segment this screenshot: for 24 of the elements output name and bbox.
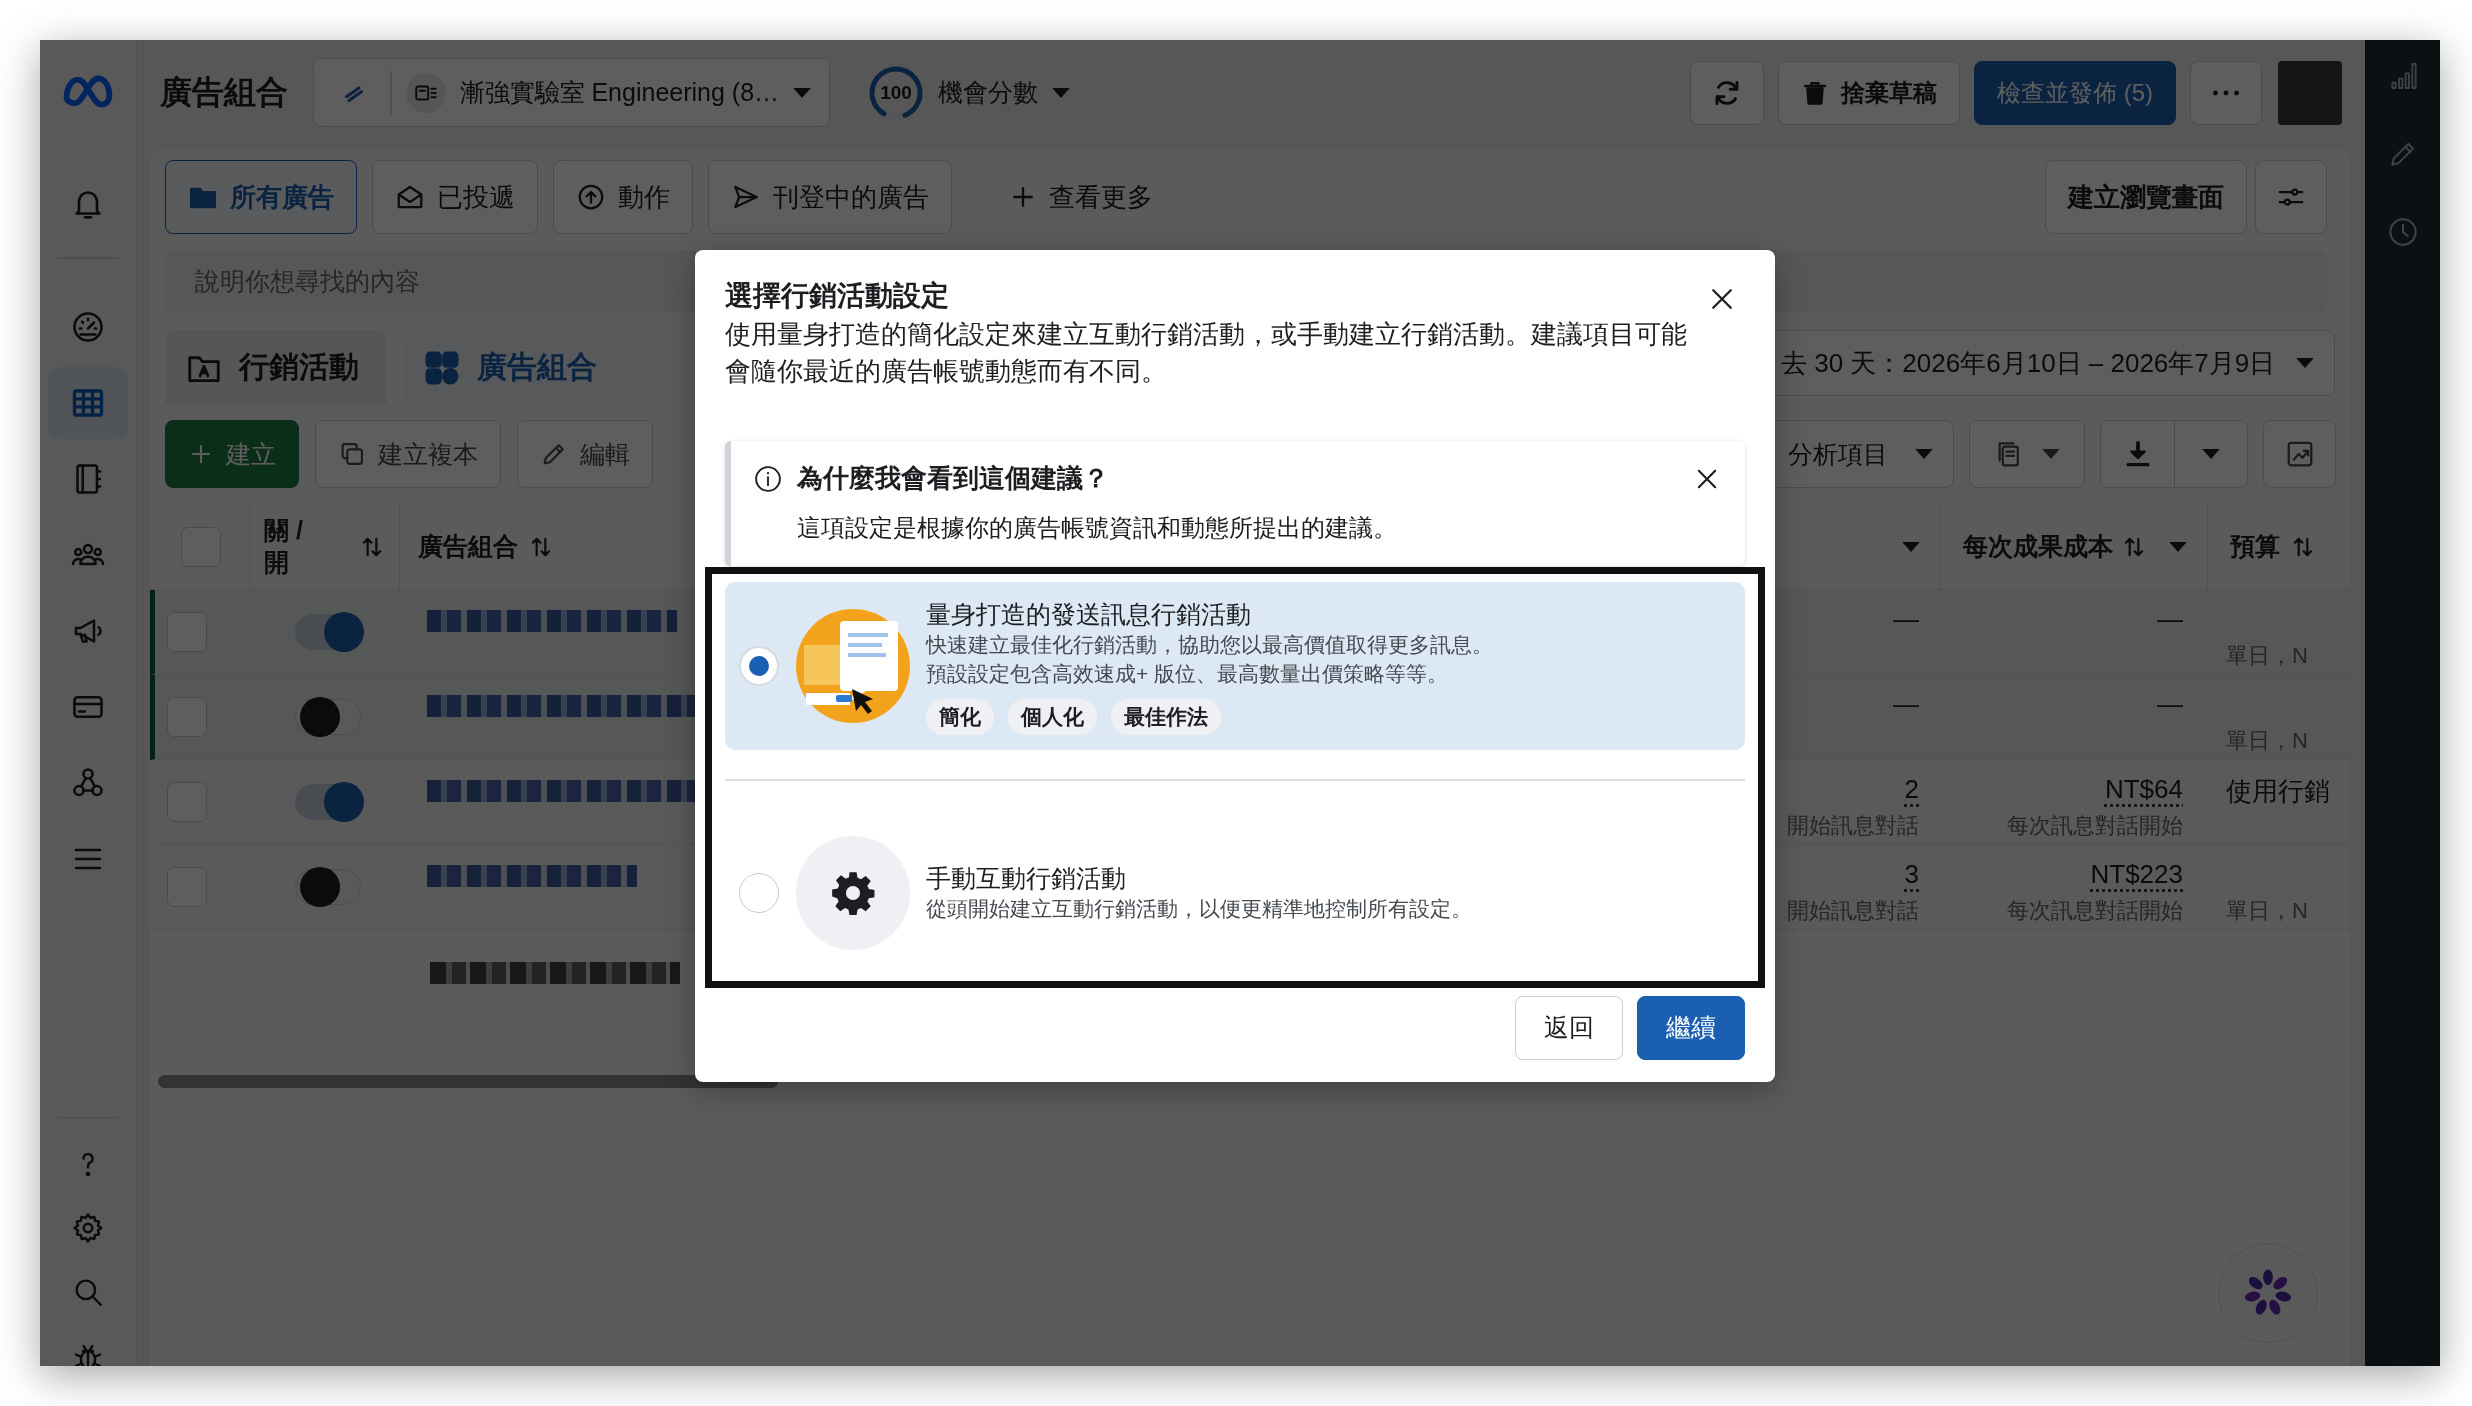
- score-gauge: 100: [868, 64, 925, 121]
- cost-value: NT$223: [2090, 859, 2183, 890]
- option-description: 預設設定包含高效速成+ 版位、最高數量出價策略等等。: [926, 661, 1450, 688]
- result-value: 2: [1904, 774, 1919, 805]
- page-title: 廣告組合: [160, 72, 288, 112]
- option-title: 手動互動行銷活動: [926, 862, 1127, 894]
- result-value: —: [1893, 689, 1919, 720]
- result-value: —: [1893, 604, 1919, 635]
- cost-value: NT$64: [2104, 774, 2183, 805]
- budget-value: 使用行銷: [2226, 775, 2330, 808]
- result-value: 3: [1904, 859, 1919, 890]
- tag: 簡化: [926, 698, 994, 735]
- column-header: 關 / 開: [264, 515, 304, 578]
- tag: 最佳作法: [1111, 698, 1221, 735]
- notice-text: 這項設定是根據你的廣告帳號資訊和動態所提出的建議。: [797, 513, 1398, 544]
- dialog-title: 選擇行銷活動設定: [725, 279, 950, 313]
- cost-value: —: [2157, 689, 2183, 720]
- option-description: 快速建立最佳化行銷活動，協助您以最高價值取得更多訊息。: [926, 632, 1493, 659]
- option-description: 從頭開始建立互動行銷活動，以便更精準地控制所有設定。: [926, 896, 1472, 923]
- dialog-description: 使用量身打造的簡化設定來建立互動行銷活動，或手動建立行銷活動。建議項目可能會隨你最近的廣告帳號動態而有不同。: [725, 318, 1688, 388]
- tag: 個人化: [1008, 698, 1097, 735]
- cost-value: —: [2157, 604, 2183, 635]
- notice-title: 為什麼我會看到這個建議？: [797, 462, 1110, 496]
- option-title: 量身打造的發送訊息行銷活動: [926, 598, 1252, 630]
